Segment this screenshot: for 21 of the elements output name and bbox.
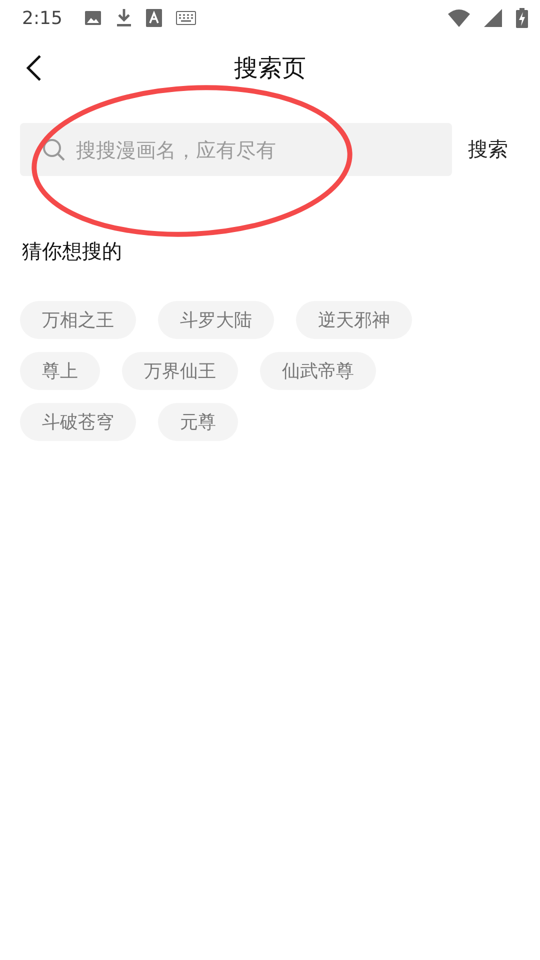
suggestion-tag[interactable]: 尊上 [20, 352, 100, 390]
suggestion-tag[interactable]: 仙武帝尊 [260, 352, 376, 390]
suggestion-tag[interactable]: 斗破苍穹 [20, 403, 136, 441]
suggestion-tag[interactable]: 逆天邪神 [296, 301, 412, 339]
back-icon [25, 54, 43, 82]
suggestion-tag[interactable]: 万相之王 [20, 301, 136, 339]
keyboard-icon [176, 11, 196, 25]
download-icon [116, 8, 132, 28]
letter-box-icon [146, 9, 162, 27]
suggestion-tag[interactable]: 万界仙王 [122, 352, 238, 390]
suggestion-tag[interactable]: 斗罗大陆 [158, 301, 274, 339]
wifi-icon [448, 9, 470, 27]
suggestion-tag[interactable]: 元尊 [158, 403, 238, 441]
page-title: 搜索页 [234, 53, 306, 84]
search-button[interactable]: 搜索 [468, 136, 508, 163]
image-icon [84, 9, 102, 27]
search-icon [42, 138, 66, 162]
battery-charging-icon [516, 8, 528, 28]
section-title: 猜你想搜的 [22, 238, 123, 265]
signal-icon [484, 9, 502, 27]
status-time: 2:15 [22, 8, 62, 28]
